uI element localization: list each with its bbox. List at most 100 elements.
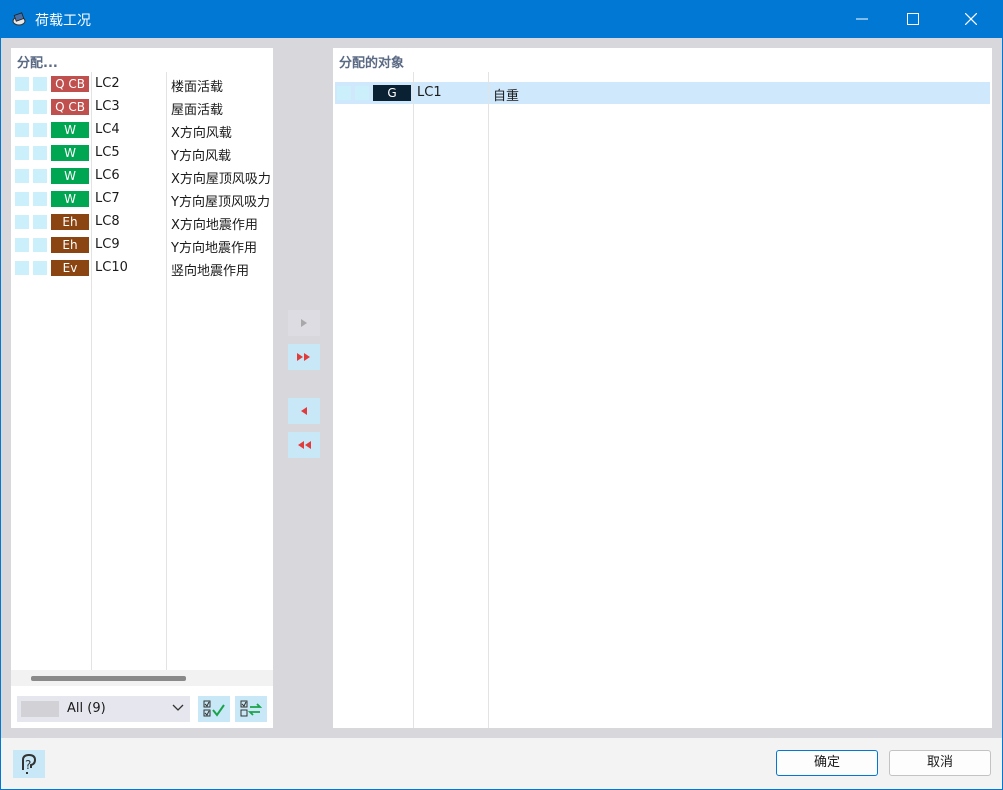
maximize-button[interactable] [890,0,936,38]
close-icon [965,13,977,25]
available-list-panel: 分配... Q CB LC2 楼面活载 Q CB LC3 屋面活载 W LC4 X方向风载 W LC… [11,48,273,728]
action-category-badge: Q CB [51,99,89,115]
row-color-swatch [33,192,47,206]
action-category-badge: W [51,191,89,207]
load-case-name: Y方向风载 [171,149,231,164]
list-item[interactable]: W LC4 X方向风载 [13,119,268,141]
minimize-button[interactable] [839,0,885,38]
dialog-footer: ? 确定 取消 [1,738,1002,789]
row-color-swatch [33,169,47,183]
action-category-badge: G [373,85,411,101]
list-item[interactable]: Ev LC10 竖向地震作用 [13,257,268,279]
cancel-button[interactable]: 取消 [889,750,991,776]
action-category-badge: Q CB [51,76,89,92]
load-case-name: X方向风载 [171,126,232,141]
load-case-name: 屋面活载 [171,103,224,118]
list-item[interactable]: Eh LC9 Y方向地震作用 [13,234,268,256]
row-color-swatch [33,261,47,275]
load-case-app-icon [12,12,26,26]
scrollbar-thumb[interactable] [31,676,186,681]
load-case-name: 自重 [493,89,520,104]
list-item[interactable]: G LC1 自重 [335,82,590,104]
list-item[interactable]: Eh LC8 X方向地震作用 [13,211,268,233]
load-case-name: Y方向屋顶风吸力 [171,195,270,210]
load-case-id: LC8 [95,214,120,229]
list-item[interactable]: Q CB LC3 屋面活载 [13,96,268,118]
svg-text:?: ? [25,758,31,772]
assigned-list-title: 分配的对象 [339,56,405,71]
load-case-id: LC2 [95,76,120,91]
assign-all-button[interactable] [288,344,320,370]
check-all-icon [203,700,225,717]
load-case-name: Y方向地震作用 [171,241,257,256]
invert-selection-button[interactable] [235,696,267,722]
row-checkbox[interactable] [15,215,29,229]
window-title: 荷载工况 [35,13,91,29]
help-icon: ? [22,753,37,774]
load-case-id: LC6 [95,168,120,183]
minimize-icon [856,18,868,20]
load-case-id: LC1 [417,85,442,100]
title-bar[interactable]: 荷载工况 [1,0,1002,38]
horizontal-scrollbar[interactable] [11,670,273,686]
unassign-all-button[interactable] [288,432,320,458]
row-checkbox[interactable] [15,77,29,91]
arrow-left-icon [301,407,307,415]
column-divider [413,72,414,728]
invert-selection-icon [240,700,263,717]
double-arrow-left-icon [298,441,311,449]
row-color-swatch [33,123,47,137]
row-checkbox[interactable] [337,86,351,100]
load-case-id: LC7 [95,191,120,206]
chevron-down-icon [172,704,184,711]
action-category-badge: Eh [51,237,89,253]
row-checkbox[interactable] [15,238,29,252]
load-case-name: X方向屋顶风吸力 [171,172,271,187]
dialog-body: 分配... Q CB LC2 楼面活载 Q CB LC3 屋面活载 W LC4 X方向风载 W LC… [1,38,1002,789]
row-checkbox[interactable] [15,192,29,206]
maximize-icon [907,13,919,25]
assigned-list-panel: 分配的对象 G LC1 自重 [333,48,992,728]
row-checkbox[interactable] [15,169,29,183]
load-case-name: X方向地震作用 [171,218,258,233]
row-color-swatch [33,77,47,91]
arrow-right-icon [301,319,307,327]
filter-dropdown[interactable]: All (9) [17,696,190,722]
unassign-selected-button[interactable] [288,398,320,424]
list-item[interactable]: W LC7 Y方向屋顶风吸力 [13,188,270,210]
action-category-badge: W [51,122,89,138]
help-button[interactable]: ? [13,750,45,778]
list-item[interactable]: Q CB LC2 楼面活载 [13,73,268,95]
list-item[interactable]: W LC5 Y方向风载 [13,142,268,164]
close-button[interactable] [948,0,994,38]
load-case-name: 竖向地震作用 [171,264,250,279]
row-color-swatch [33,100,47,114]
row-color-swatch [33,146,47,160]
row-color-swatch [33,215,47,229]
load-case-id: LC9 [95,237,120,252]
double-arrow-right-icon [297,353,310,361]
load-case-name: 楼面活载 [171,80,224,95]
assign-selected-button[interactable] [288,310,320,336]
load-case-id: LC5 [95,145,120,160]
ok-button[interactable]: 确定 [776,750,878,776]
dialog-window: 荷载工况 分配... Q CB LC2 楼面活载 Q CB LC3 屋面活载 W LC4 X方向… [1,0,1002,789]
action-category-badge: Eh [51,214,89,230]
action-category-badge: Ev [51,260,89,276]
row-color-swatch [33,238,47,252]
select-all-button[interactable] [198,696,230,722]
action-category-badge: W [51,168,89,184]
row-checkbox[interactable] [15,261,29,275]
row-color-swatch [355,86,369,100]
load-case-id: LC3 [95,99,120,114]
filter-value: All (9) [67,701,106,716]
row-checkbox[interactable] [15,146,29,160]
action-category-badge: W [51,145,89,161]
row-checkbox[interactable] [15,123,29,137]
row-checkbox[interactable] [15,100,29,114]
load-case-id: LC10 [95,260,128,275]
filter-swatch [21,701,59,717]
available-list-title: 分配... [17,56,58,71]
list-item[interactable]: W LC6 X方向屋顶风吸力 [13,165,271,187]
load-case-id: LC4 [95,122,120,137]
